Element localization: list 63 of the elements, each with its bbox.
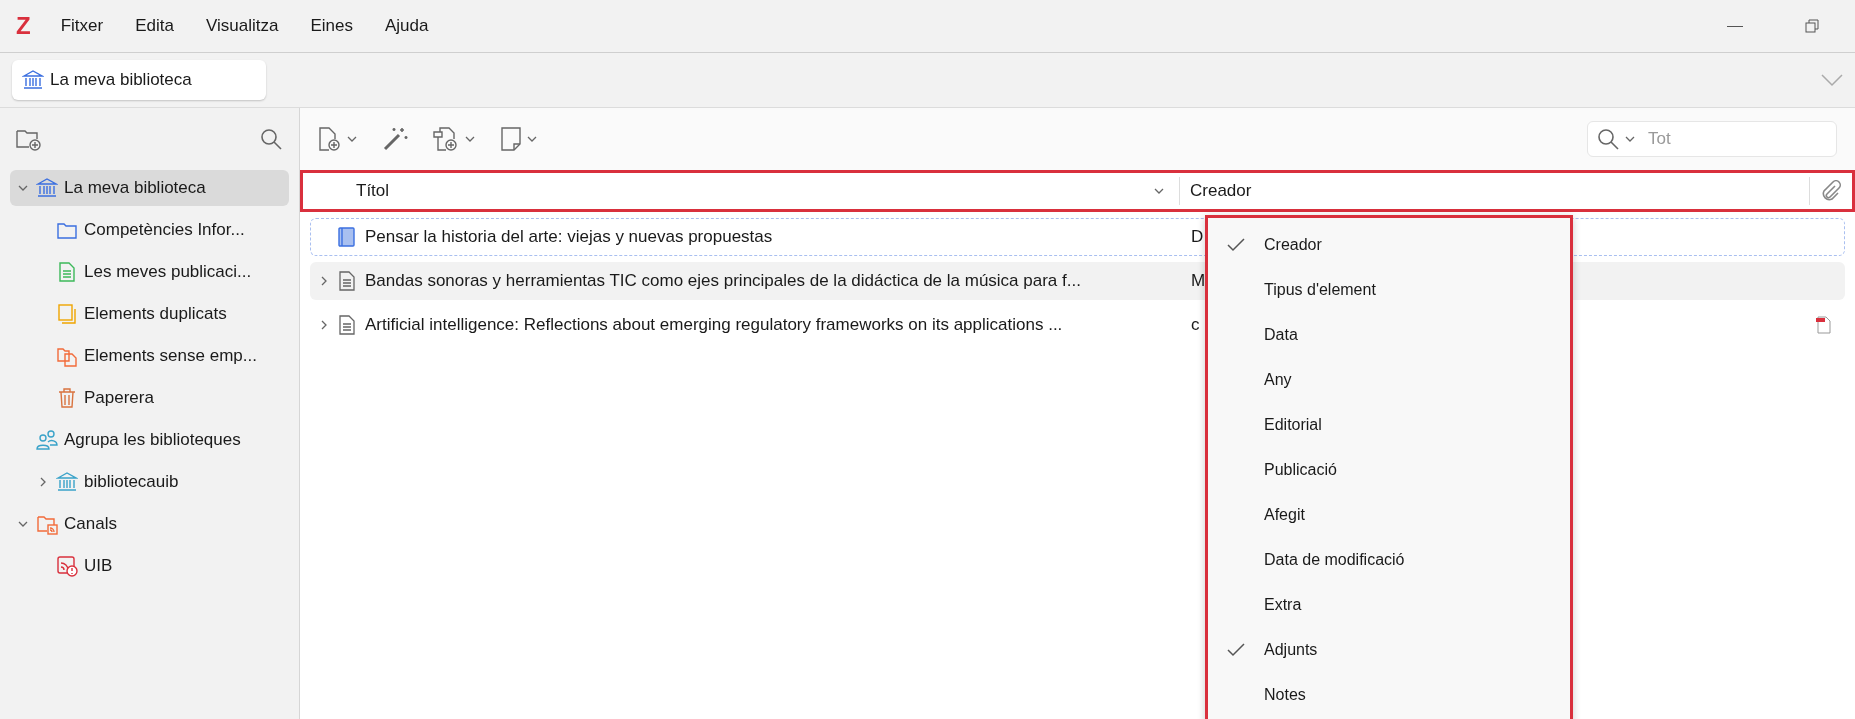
library-icon: [56, 471, 78, 493]
search-field[interactable]: Tot: [1587, 121, 1837, 157]
column-heading[interactable]: Creador: [1180, 178, 1809, 204]
creator-cell-text: D: [1191, 226, 1204, 249]
magic-wand-icon[interactable]: [382, 126, 408, 152]
menu-option[interactable]: Publicació: [1208, 447, 1570, 492]
pdf-icon[interactable]: [1815, 315, 1833, 335]
menu-option[interactable]: Any: [1208, 357, 1570, 402]
trash-icon: [56, 387, 78, 409]
unfiled-icon: [56, 345, 78, 367]
title-cell-text: Artificial intelligence: Reflections about emerging regulatory frameworks on its applications ...: [365, 314, 1064, 337]
people-icon: [36, 429, 58, 451]
add-attachment-icon: [432, 126, 460, 152]
duplicate-icon: [56, 303, 78, 325]
minimize-icon[interactable]: [1727, 25, 1743, 27]
sidebar-item[interactable]: Elements duplicats: [10, 296, 289, 332]
book-icon: [337, 226, 357, 248]
menu-item[interactable]: Eines: [310, 13, 353, 39]
library-icon: [36, 177, 58, 199]
search-icon: [1596, 127, 1620, 151]
menu-option[interactable]: Extra: [1208, 582, 1570, 627]
sidebar-item[interactable]: Canals: [10, 506, 289, 542]
menu-item[interactable]: Fitxer: [60, 13, 104, 39]
new-collection-icon[interactable]: [16, 127, 42, 151]
creator-cell-text: c: [1191, 314, 1200, 337]
note-icon: [500, 126, 522, 152]
new-item-button[interactable]: [318, 126, 358, 152]
column-heading[interactable]: Títol: [303, 178, 1153, 204]
feed-folder-icon: [36, 513, 58, 535]
new-item-icon: [318, 126, 342, 152]
creator-cell-text: M: [1191, 270, 1206, 293]
search-input[interactable]: Tot: [1648, 126, 1828, 152]
sidebar-item[interactable]: Competències Infor...: [10, 212, 289, 248]
add-attachment-button[interactable]: [432, 126, 476, 152]
sidebar-item[interactable]: Les meves publicaci...: [10, 254, 289, 290]
sidebar-item[interactable]: bibliotecauib: [10, 464, 289, 500]
menu-option[interactable]: Notes: [1208, 672, 1570, 717]
menu-option[interactable]: Afegit: [1208, 492, 1570, 537]
new-note-button[interactable]: [500, 126, 538, 152]
menu-item[interactable]: Visualitza: [205, 13, 279, 39]
title-cell-text: Bandas sonoras y herramientas TIC como ejes principales de la didáctica de la música para f...: [365, 270, 1082, 293]
menu-option[interactable]: Data de modificació: [1208, 537, 1570, 582]
paperclip-icon[interactable]: [1820, 180, 1842, 202]
sidebar-item[interactable]: Agrupa les biblioteques: [10, 422, 289, 458]
title-cell-text: Pensar la historia del arte: viejas y nuevas propuestas: [365, 226, 774, 249]
menu-option[interactable]: Adjunts: [1208, 627, 1570, 672]
document-icon: [56, 261, 78, 283]
menu-option[interactable]: Data: [1208, 312, 1570, 357]
sidebar-item[interactable]: La meva biblioteca: [10, 170, 289, 206]
library-icon: [22, 69, 44, 91]
sidebar-item[interactable]: Paperera: [10, 380, 289, 416]
document-icon: [337, 270, 357, 292]
menu-item[interactable]: Edita: [135, 13, 174, 39]
document-icon: [337, 314, 357, 336]
menu-item[interactable]: Ajuda: [384, 13, 429, 39]
library-tab[interactable]: La meva biblioteca: [12, 60, 266, 100]
sidebar-item[interactable]: Elements sense emp...: [10, 338, 289, 374]
feed-error-icon: [56, 555, 78, 577]
menu-option[interactable]: Editorial: [1208, 402, 1570, 447]
search-icon[interactable]: [259, 127, 283, 151]
sidebar-item[interactable]: UIB: [10, 548, 289, 584]
restore-icon[interactable]: [1805, 19, 1819, 33]
app-logo: Z: [16, 11, 31, 41]
